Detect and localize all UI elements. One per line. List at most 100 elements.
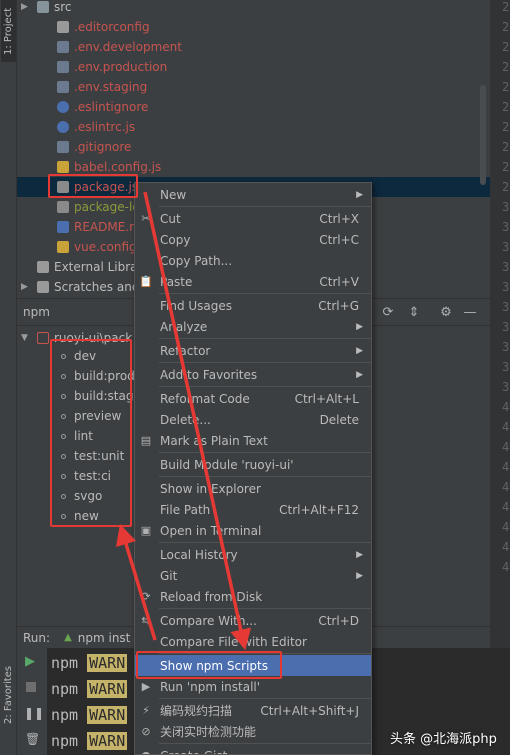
tree-item-label: .gitignore bbox=[74, 140, 132, 154]
menu-item-file-path[interactable]: File Path Ctrl+Alt+F12 bbox=[135, 499, 371, 520]
menu-item-add-to-favorites[interactable]: Add to Favorites ▶ bbox=[135, 364, 371, 385]
menu-item-delete[interactable]: Delete... Delete bbox=[135, 409, 371, 430]
npm-script-item[interactable]: svgo bbox=[61, 486, 102, 506]
expand-arrow-icon[interactable]: ▼ bbox=[21, 333, 31, 343]
js-file-icon bbox=[57, 241, 69, 253]
menu-item-reload-from-disk[interactable]: ⟳ Reload from Disk bbox=[135, 586, 371, 607]
gear-file-icon bbox=[57, 21, 69, 33]
minimize-icon[interactable]: — bbox=[461, 304, 479, 322]
line-number: 4 bbox=[502, 520, 510, 534]
tree-item[interactable]: .gitignore bbox=[17, 137, 490, 157]
menu-item-local-history[interactable]: Local History ▶ bbox=[135, 544, 371, 565]
line-number: 3 bbox=[502, 280, 510, 294]
npm-script-item[interactable]: preview bbox=[61, 406, 121, 426]
script-bullet-icon bbox=[61, 393, 66, 399]
stop-icon[interactable] bbox=[26, 682, 36, 692]
menu-item-icon: ⚡ bbox=[142, 703, 150, 717]
script-bullet-icon bbox=[61, 353, 66, 359]
collapse-icon[interactable]: ⇕ bbox=[405, 304, 423, 322]
menu-item-copy[interactable]: Copy Ctrl+C bbox=[135, 229, 371, 250]
watermark: 头条 @北海派php bbox=[390, 732, 497, 747]
menu-item-run-npm-install[interactable]: ▶ Run 'npm install' bbox=[135, 676, 371, 697]
run-tab[interactable]: npm inst bbox=[78, 631, 131, 645]
menu-item-compare-with[interactable]: ⇆ Compare With... Ctrl+D bbox=[135, 610, 371, 631]
tree-item-label: .env.staging bbox=[74, 80, 148, 94]
console-prefix: npm bbox=[51, 706, 79, 724]
menu-separator bbox=[159, 743, 371, 744]
menu-item-shortcut: Ctrl+D bbox=[318, 613, 359, 628]
npm-script-item[interactable]: test:ci bbox=[61, 466, 111, 486]
settings-gear-icon[interactable]: ⚙ bbox=[437, 304, 455, 322]
project-tool-tab[interactable]: 1: Project bbox=[1, 0, 16, 62]
script-bullet-icon bbox=[61, 493, 66, 499]
folder-file-icon bbox=[37, 1, 49, 13]
menu-item-build-module-ruoyi-ui[interactable]: Build Module 'ruoyi-ui' bbox=[135, 454, 371, 475]
run-label: Run: bbox=[23, 630, 51, 645]
tree-item[interactable]: .env.staging bbox=[17, 77, 490, 97]
menu-item-cut[interactable]: ✂ Cut Ctrl+X bbox=[135, 208, 371, 229]
json-file-icon bbox=[57, 201, 69, 213]
npm-script-item[interactable]: new bbox=[61, 506, 99, 526]
menu-separator bbox=[159, 542, 371, 543]
npm-script-item[interactable]: lint bbox=[61, 426, 93, 446]
line-number: 2 bbox=[502, 100, 510, 114]
menu-item-item-35[interactable]: ⊘ 关闭实时检测功能 bbox=[135, 721, 371, 742]
tree-item[interactable]: .env.development bbox=[17, 37, 490, 57]
tree-item[interactable]: .eslintrc.js bbox=[17, 117, 490, 137]
menu-item-compare-file-with-editor[interactable]: Compare File with Editor bbox=[135, 631, 371, 652]
line-number: 4 bbox=[502, 420, 510, 434]
menu-item-mark-as-plain-text[interactable]: ▤ Mark as Plain Text bbox=[135, 430, 371, 451]
menu-item-label: Add to Favorites bbox=[160, 367, 258, 382]
run-toolbar: ▶ ❚❚ 🗑 bbox=[17, 648, 47, 755]
menu-item-create-gist[interactable]: ● Create Gist... bbox=[135, 745, 371, 755]
menu-item-new[interactable]: New ▶ bbox=[135, 184, 371, 205]
menu-item-refactor[interactable]: Refactor ▶ bbox=[135, 340, 371, 361]
npm-script-item[interactable]: dev bbox=[61, 346, 96, 366]
menu-item-label: Compare With... bbox=[160, 613, 257, 628]
npm-script-label: new bbox=[74, 509, 99, 523]
menu-item-copy-path[interactable]: Copy Path... bbox=[135, 250, 371, 271]
expand-arrow-icon[interactable]: ▶ bbox=[21, 282, 31, 292]
menu-item-label: Find Usages bbox=[160, 298, 233, 313]
project-scrollbar[interactable] bbox=[480, 85, 486, 185]
menu-item-show-npm-scripts[interactable]: Show npm Scripts bbox=[135, 655, 371, 676]
tree-item[interactable]: .env.production bbox=[17, 57, 490, 77]
menu-item-find-usages[interactable]: Find Usages Ctrl+G bbox=[135, 295, 371, 316]
menu-item-git[interactable]: Git ▶ bbox=[135, 565, 371, 586]
menu-item-item-34[interactable]: ⚡ 编码规约扫描 Ctrl+Alt+Shift+J bbox=[135, 700, 371, 721]
menu-item-icon: ● bbox=[141, 748, 151, 755]
submenu-arrow-icon: ▶ bbox=[356, 321, 363, 332]
npm-script-item[interactable]: build:prod bbox=[61, 366, 135, 386]
menu-item-label: Show npm Scripts bbox=[160, 658, 268, 673]
tree-item[interactable]: .eslintignore bbox=[17, 97, 490, 117]
favorites-tool-tab[interactable]: 2: Favorites bbox=[1, 650, 16, 740]
tree-item[interactable]: .editorconfig bbox=[17, 17, 490, 37]
left-tool-strip: 1: Project 2: Favorites bbox=[0, 0, 17, 755]
npm-script-item[interactable]: test:unit bbox=[61, 446, 124, 466]
menu-item-icon: ▤ bbox=[140, 433, 152, 447]
npm-script-item[interactable]: build:stag bbox=[61, 386, 133, 406]
submenu-arrow-icon: ▶ bbox=[356, 369, 363, 380]
script-bullet-icon bbox=[61, 453, 66, 459]
menu-item-open-in-terminal[interactable]: ▣ Open in Terminal bbox=[135, 520, 371, 541]
menu-item-analyze[interactable]: Analyze ▶ bbox=[135, 316, 371, 337]
npm-root-node[interactable]: ▼ ruoyi-ui\pack bbox=[21, 328, 132, 348]
menu-item-paste[interactable]: 📋 Paste Ctrl+V bbox=[135, 271, 371, 292]
refresh-icon[interactable]: ⟳ bbox=[379, 304, 397, 322]
rerun-icon[interactable]: ▶ bbox=[25, 654, 35, 669]
menu-item-reformat-code[interactable]: Reformat Code Ctrl+Alt+L bbox=[135, 388, 371, 409]
line-number: 2 bbox=[502, 40, 510, 54]
tree-item[interactable]: ▶ src bbox=[17, 0, 490, 17]
menu-item-shortcut: Delete bbox=[319, 412, 359, 427]
expand-arrow-icon[interactable]: ▶ bbox=[21, 2, 31, 12]
menu-item-shortcut: Ctrl+V bbox=[319, 274, 359, 289]
trash-icon[interactable]: 🗑 bbox=[25, 732, 40, 746]
tree-item-label: .env.production bbox=[74, 60, 168, 74]
menu-item-show-in-explorer[interactable]: Show in Explorer bbox=[135, 478, 371, 499]
line-number: 2 bbox=[502, 180, 510, 194]
pause-icon[interactable]: ❚❚ bbox=[24, 706, 44, 720]
warn-badge: WARN bbox=[87, 654, 128, 672]
tree-item-label: .eslintignore bbox=[74, 100, 149, 114]
script-bullet-icon bbox=[61, 433, 66, 439]
tree-item[interactable]: babel.config.js bbox=[17, 157, 490, 177]
